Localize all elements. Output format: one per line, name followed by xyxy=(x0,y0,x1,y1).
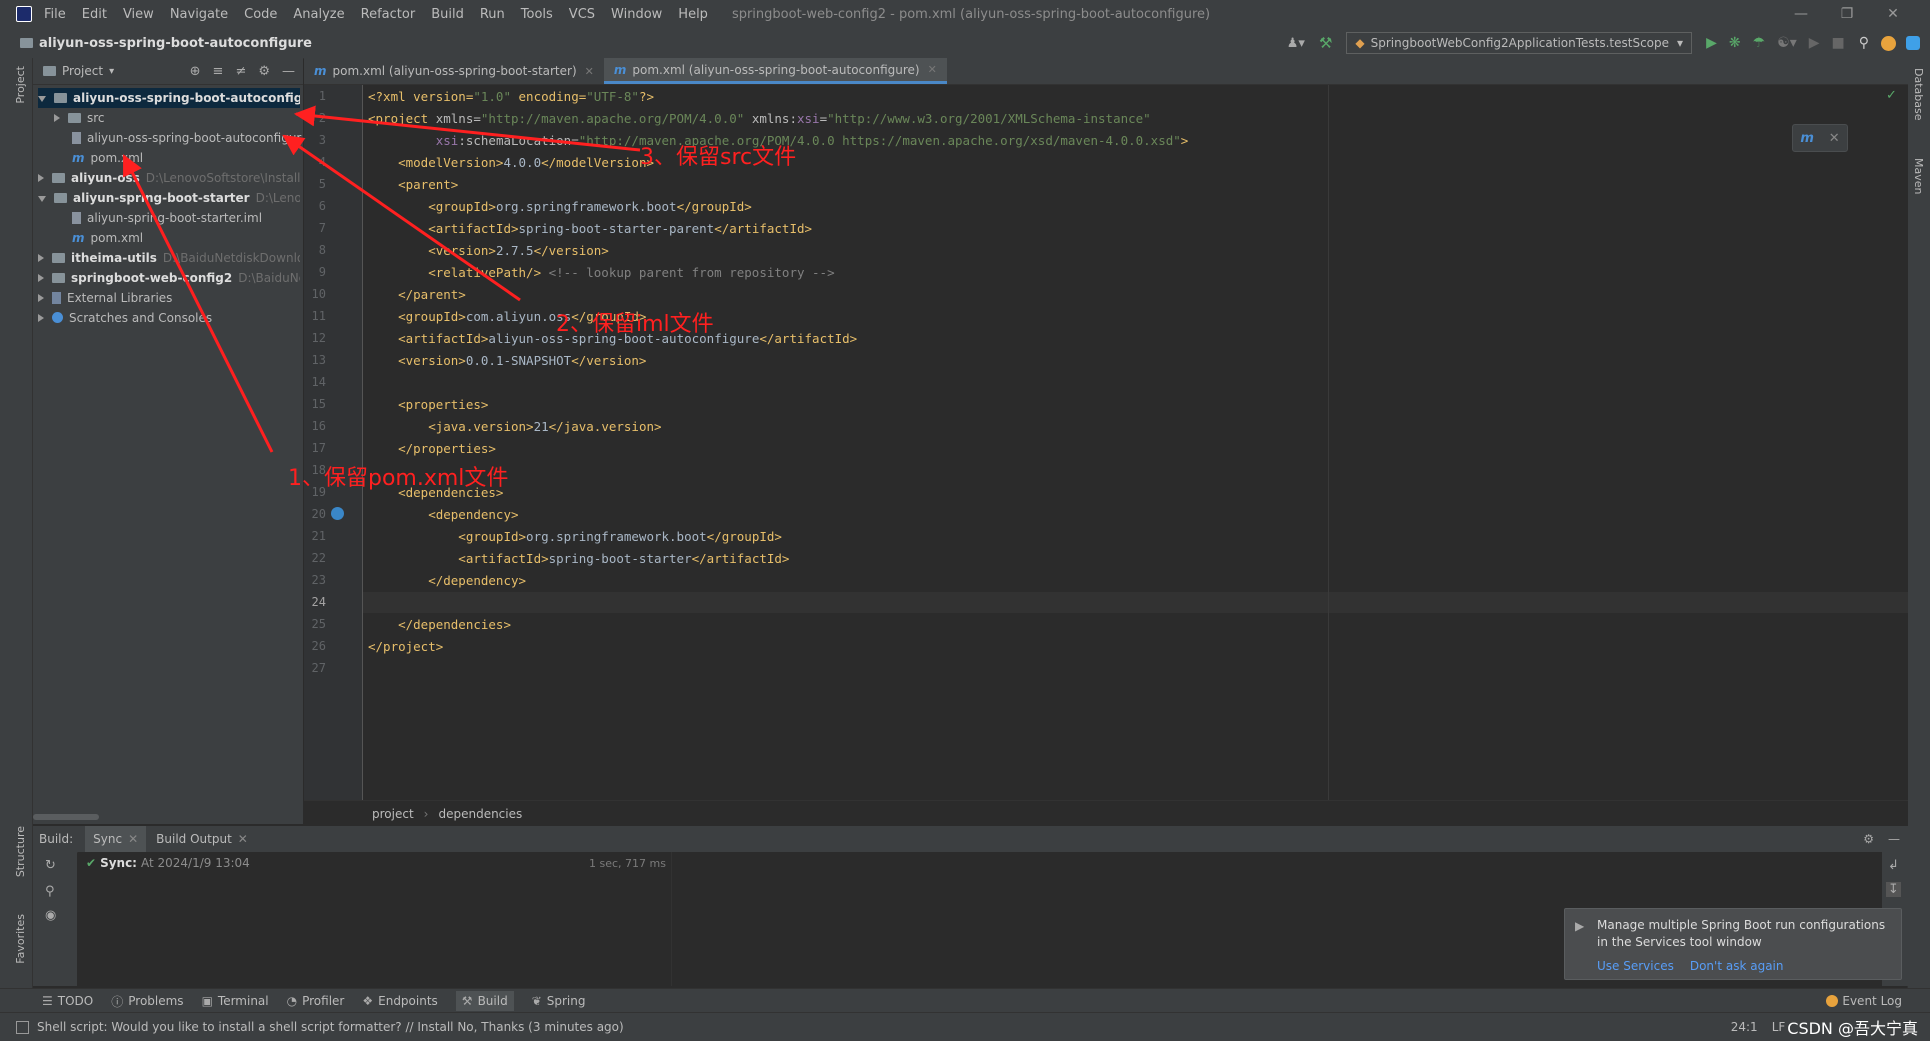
annotation-pom: 1、保留pom.xml文件 xyxy=(288,466,509,491)
annotation-iml: 2、保留iml文件 xyxy=(556,312,714,337)
annotation-src: 3、保留src文件 xyxy=(640,145,797,170)
arrow-pom xyxy=(122,154,274,453)
annotation-arrows xyxy=(122,105,641,453)
arrow-src xyxy=(293,105,641,152)
arrow-iml xyxy=(282,134,521,302)
